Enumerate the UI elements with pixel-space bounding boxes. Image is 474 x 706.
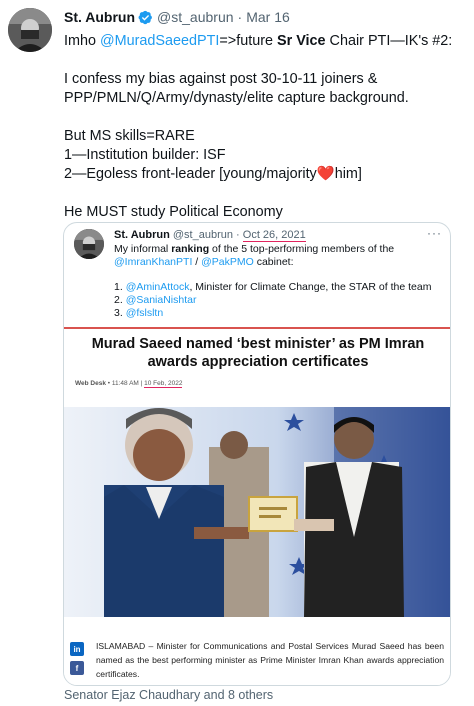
- mention-link[interactable]: @SaniaNishtar: [126, 294, 197, 306]
- quoted-tweet-date[interactable]: Oct 26, 2021: [242, 229, 306, 242]
- quoted-author-handle[interactable]: @st_aubrun: [173, 229, 233, 241]
- divider: [64, 327, 450, 329]
- tweet-paragraph: I confess my bias against post 30-10-11 …: [64, 71, 409, 106]
- linkedin-icon[interactable]: in: [70, 642, 84, 656]
- author-name[interactable]: St. Aubrun: [64, 9, 135, 25]
- mention-link[interactable]: @fslsltn: [126, 307, 164, 319]
- article-headline: Murad Saeed named ‘best minister’ as PM …: [91, 336, 425, 370]
- article-photo: [64, 407, 450, 617]
- verified-badge-icon: [138, 10, 153, 25]
- mention-link[interactable]: @AminAttock: [126, 281, 190, 293]
- tweet-header: St. Aubrun @st_aubrun · Mar 16: [64, 9, 290, 25]
- article-byline: Web Desk • 11:48 AM | 10 Feb, 2022: [75, 380, 183, 388]
- social-context[interactable]: Senator Ejaz Chaudhary and 8 others: [64, 688, 273, 702]
- author-handle[interactable]: @st_aubrun: [157, 9, 233, 25]
- quoted-tweet-text: My informal ranking of the 5 top-perform…: [114, 243, 432, 319]
- facebook-icon[interactable]: f: [70, 661, 84, 675]
- heart-emoji-icon: ❤️: [316, 166, 335, 182]
- mention-link[interactable]: @ImranKhanPTI: [114, 256, 192, 268]
- article-screenshot[interactable]: Murad Saeed named ‘best minister’ as PM …: [64, 327, 450, 685]
- author-avatar[interactable]: [8, 8, 52, 52]
- separator-dot: ·: [237, 9, 243, 25]
- tweet-text: Imho @MuradSaeedPTI=>future Sr Vice Chai…: [64, 32, 464, 222]
- mention-link[interactable]: @MuradSaeedPTI: [100, 33, 219, 49]
- quoted-tweet-header: St. Aubrun @st_aubrun · Oct 26, 2021: [114, 229, 306, 242]
- quoted-author-avatar[interactable]: [74, 229, 104, 259]
- quoted-author-name[interactable]: St. Aubrun: [114, 229, 170, 241]
- tweet-date[interactable]: Mar 16: [246, 9, 290, 25]
- mention-link[interactable]: @PakPMO: [201, 256, 254, 268]
- article-body: ISLAMABAD – Minister for Communications …: [96, 641, 444, 679]
- quoted-tweet-card[interactable]: St. Aubrun @st_aubrun · Oct 26, 2021 ···…: [63, 222, 451, 686]
- more-options-icon[interactable]: ···: [427, 226, 442, 240]
